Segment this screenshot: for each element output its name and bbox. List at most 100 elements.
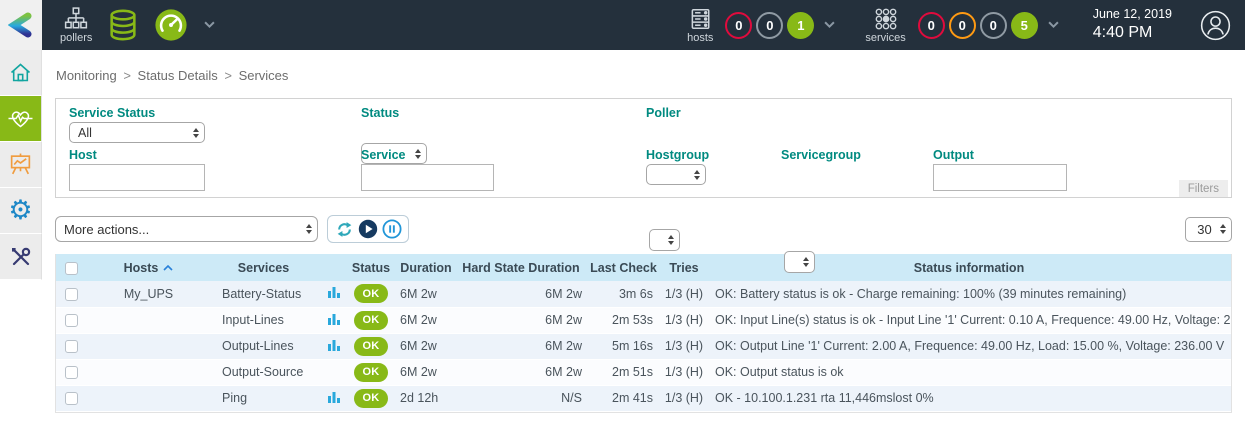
tries-cell: 1/3 (H)	[661, 281, 707, 307]
graph-icon[interactable]	[327, 288, 341, 302]
monitoring-action-buttons	[327, 215, 409, 243]
last-check-cell: 5m 16s	[586, 333, 661, 359]
status-count-badge[interactable]: 1	[787, 12, 814, 39]
status-count-badge[interactable]: 5	[1011, 12, 1038, 39]
servicegroup-select[interactable]	[784, 251, 815, 273]
select-all-checkbox[interactable]	[65, 262, 78, 275]
services-table: Hosts Services Status Duration Hard Stat…	[55, 254, 1232, 413]
sidebar-item-monitoring[interactable]	[0, 96, 42, 142]
status-count-badge[interactable]: 0	[725, 12, 752, 39]
home-icon	[8, 61, 33, 85]
service-status-select[interactable]: All	[69, 122, 205, 143]
output-input[interactable]	[933, 164, 1067, 191]
breadcrumb-item[interactable]: Services	[239, 68, 289, 83]
pause-button[interactable]	[382, 219, 402, 239]
service-cell[interactable]: Battery-Status	[206, 281, 321, 307]
service-cell[interactable]: Input-Lines	[206, 307, 321, 333]
header-status[interactable]: Status	[346, 254, 396, 281]
service-status-label: Service Status	[69, 106, 155, 120]
poller-gauge-icon[interactable]	[154, 8, 188, 42]
service-cell[interactable]: Output-Lines	[206, 333, 321, 359]
services-icon	[874, 7, 898, 31]
service-cell[interactable]: Ping	[206, 385, 321, 411]
host-cell[interactable]	[91, 307, 206, 333]
status-count-badge[interactable]: 0	[918, 12, 945, 39]
pollers-chevron-down-icon[interactable]	[204, 21, 215, 29]
services-chevron-down-icon[interactable]	[1048, 21, 1059, 29]
play-button[interactable]	[358, 219, 378, 239]
pollers-menu[interactable]: pollers	[60, 7, 92, 44]
row-checkbox[interactable]	[65, 340, 78, 353]
refresh-button[interactable]	[334, 219, 354, 239]
user-menu[interactable]	[1200, 10, 1231, 41]
select-arrows-icon	[415, 149, 421, 159]
play-icon	[358, 219, 378, 239]
tries-cell: 1/3 (H)	[661, 333, 707, 359]
datetime: June 12, 2019 4:40 PM	[1093, 7, 1172, 43]
current-date: June 12, 2019	[1093, 7, 1172, 23]
tries-cell: 1/3 (H)	[661, 359, 707, 385]
services-table-body: My_UPS Battery-Status OK 6M 2w 6M 2w 3m …	[56, 281, 1231, 411]
more-actions-select[interactable]: More actions...	[55, 216, 318, 242]
breadcrumb-item[interactable]: Monitoring	[56, 68, 117, 83]
status-count-badge[interactable]: 0	[756, 12, 783, 39]
services-label: services	[865, 32, 905, 44]
sidebar-item-configuration[interactable]: ⚙	[0, 188, 42, 234]
table-row: My_UPS Battery-Status OK 6M 2w 6M 2w 3m …	[56, 281, 1231, 307]
host-cell[interactable]: My_UPS	[91, 281, 206, 307]
per-page-select[interactable]: 30	[1185, 217, 1232, 242]
host-cell[interactable]	[91, 333, 206, 359]
filters-tab[interactable]: Filters	[1179, 180, 1228, 197]
header-last-check[interactable]: Last Check	[586, 254, 661, 281]
sidebar-item-reporting[interactable]	[0, 142, 42, 188]
database-status-icon[interactable]	[106, 8, 140, 42]
duration-cell: 6M 2w	[396, 307, 456, 333]
duration-cell: 6M 2w	[396, 359, 456, 385]
centreon-logo[interactable]	[0, 0, 42, 50]
tries-cell: 1/3 (H)	[661, 307, 707, 333]
hostgroup-select[interactable]	[649, 229, 680, 251]
host-cell[interactable]	[91, 359, 206, 385]
select-arrows-icon	[694, 170, 700, 180]
hosts-menu[interactable]: hosts	[687, 7, 713, 44]
services-menu[interactable]: services	[865, 7, 905, 44]
header-hosts[interactable]: Hosts	[91, 254, 206, 281]
row-checkbox[interactable]	[65, 288, 78, 301]
poller-select[interactable]	[646, 164, 706, 185]
graph-icon[interactable]	[327, 393, 341, 407]
host-cell[interactable]	[91, 385, 206, 411]
header-duration[interactable]: Duration	[396, 254, 456, 281]
status-count-badge[interactable]: 0	[980, 12, 1007, 39]
reporting-chart-icon	[8, 152, 33, 177]
hosts-label: hosts	[687, 32, 713, 44]
duration-cell: 6M 2w	[396, 333, 456, 359]
row-checkbox[interactable]	[65, 314, 78, 327]
hosts-chevron-down-icon[interactable]	[824, 21, 835, 29]
sidebar-item-home[interactable]	[0, 50, 42, 96]
row-checkbox[interactable]	[65, 366, 78, 379]
service-cell[interactable]: Output-Source	[206, 359, 321, 385]
status-information-cell: OK: Input Line(s) status is ok - Input L…	[707, 307, 1231, 333]
poller-label: Poller	[646, 106, 681, 120]
host-input[interactable]	[69, 164, 205, 191]
header-hard-state-duration[interactable]: Hard State Duration	[456, 254, 586, 281]
pollers-label: pollers	[60, 32, 92, 44]
graph-icon[interactable]	[327, 341, 341, 355]
status-count-badge[interactable]: 0	[949, 12, 976, 39]
tries-cell: 1/3 (H)	[661, 385, 707, 411]
status-information-cell: OK - 10.100.1.231 rta 11,446mslost 0%	[707, 385, 1231, 411]
heartbeat-icon	[7, 107, 34, 130]
select-arrows-icon	[193, 128, 199, 138]
breadcrumb-item[interactable]: Status Details	[138, 68, 218, 83]
last-check-cell: 2m 41s	[586, 385, 661, 411]
header-services[interactable]: Services	[206, 254, 321, 281]
header-tries[interactable]: Tries	[661, 254, 707, 281]
status-label: Status	[361, 106, 399, 120]
table-row: Output-Source OK 6M 2w 6M 2w 2m 51s 1/3 …	[56, 359, 1231, 385]
duration-cell: 6M 2w	[396, 281, 456, 307]
row-checkbox[interactable]	[65, 392, 78, 405]
graph-icon[interactable]	[327, 315, 341, 329]
status-badge: OK	[354, 284, 387, 303]
service-input[interactable]	[361, 164, 494, 191]
sidebar-item-administration[interactable]	[0, 234, 42, 280]
